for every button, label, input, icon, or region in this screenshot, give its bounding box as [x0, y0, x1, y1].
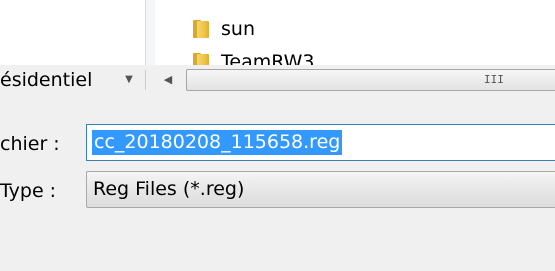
scroll-left-icon[interactable]: ◀ [160, 65, 176, 95]
folder-name: sun [221, 18, 255, 40]
navigation-pane [0, 0, 145, 65]
list-item[interactable]: TeamRW3 [191, 47, 315, 65]
scrollbar-grip-icon: III [484, 73, 504, 86]
list-item[interactable]: sun [191, 14, 255, 44]
filename-value[interactable]: cc_20180208_115658.reg [92, 130, 343, 155]
filetype-value: Reg Files (*.reg) [93, 178, 245, 200]
folder-icon [191, 53, 211, 65]
location-label: ésidentiel [0, 69, 93, 91]
chevron-down-icon[interactable]: ▼ [122, 65, 136, 95]
filetype-select[interactable]: Reg Files (*.reg) [86, 171, 555, 208]
file-list: sun TeamRW3 [155, 0, 555, 65]
folder-icon [191, 20, 211, 38]
horizontal-scrollbar-row: ésidentiel ▼ ◀ III [0, 65, 555, 95]
filename-field[interactable]: cc_20180208_115658.reg [86, 124, 555, 161]
folder-name: TeamRW3 [221, 51, 315, 65]
filetype-label: Type : [0, 180, 57, 202]
navigation-pane-edge [146, 0, 155, 65]
filename-label: chier : [0, 133, 60, 155]
divider [145, 70, 146, 90]
